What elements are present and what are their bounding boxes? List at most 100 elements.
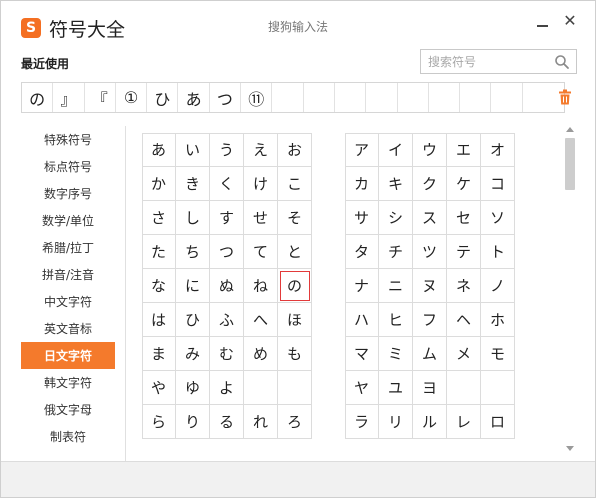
trash-icon[interactable]: [558, 89, 572, 105]
katakana-cell[interactable]: ホ: [481, 303, 515, 337]
sidebar-category-item[interactable]: 英文音标: [21, 315, 115, 342]
hiragana-cell[interactable]: し: [176, 201, 210, 235]
katakana-cell[interactable]: メ: [447, 337, 481, 371]
katakana-cell[interactable]: フ: [413, 303, 447, 337]
katakana-cell[interactable]: ノ: [481, 269, 515, 303]
scroll-thumb[interactable]: [565, 138, 575, 190]
recent-symbol-cell[interactable]: あ: [178, 83, 210, 112]
recent-symbol-cell[interactable]: [429, 83, 461, 112]
katakana-cell[interactable]: ナ: [345, 269, 379, 303]
recent-symbol-cell[interactable]: [398, 83, 429, 112]
recent-symbol-cell[interactable]: [366, 83, 398, 112]
hiragana-cell[interactable]: ら: [142, 405, 176, 439]
hiragana-cell[interactable]: い: [176, 133, 210, 167]
hiragana-cell[interactable]: た: [142, 235, 176, 269]
hiragana-cell[interactable]: へ: [244, 303, 278, 337]
katakana-cell[interactable]: ム: [413, 337, 447, 371]
katakana-cell[interactable]: エ: [447, 133, 481, 167]
katakana-cell[interactable]: カ: [345, 167, 379, 201]
katakana-cell[interactable]: タ: [345, 235, 379, 269]
sidebar-category-item[interactable]: 日文字符: [21, 342, 115, 369]
hiragana-cell[interactable]: め: [244, 337, 278, 371]
katakana-cell[interactable]: リ: [379, 405, 413, 439]
hiragana-cell[interactable]: き: [176, 167, 210, 201]
katakana-cell[interactable]: モ: [481, 337, 515, 371]
katakana-cell[interactable]: ヨ: [413, 371, 447, 405]
katakana-cell[interactable]: マ: [345, 337, 379, 371]
katakana-cell[interactable]: コ: [481, 167, 515, 201]
katakana-cell[interactable]: ネ: [447, 269, 481, 303]
hiragana-cell[interactable]: ほ: [278, 303, 312, 337]
recent-symbol-cell[interactable]: ⑪: [241, 83, 273, 112]
recent-symbol-cell[interactable]: 』: [53, 83, 85, 112]
katakana-cell[interactable]: ク: [413, 167, 447, 201]
hiragana-cell[interactable]: ゆ: [176, 371, 210, 405]
katakana-cell[interactable]: チ: [379, 235, 413, 269]
recent-symbol-cell[interactable]: ひ: [147, 83, 179, 112]
katakana-cell[interactable]: レ: [447, 405, 481, 439]
hiragana-cell[interactable]: け: [244, 167, 278, 201]
recent-symbol-cell[interactable]: [304, 83, 335, 112]
hiragana-cell[interactable]: か: [142, 167, 176, 201]
katakana-cell[interactable]: ヘ: [447, 303, 481, 337]
hiragana-cell[interactable]: ま: [142, 337, 176, 371]
katakana-cell[interactable]: ヒ: [379, 303, 413, 337]
hiragana-cell[interactable]: み: [176, 337, 210, 371]
sidebar-category-item[interactable]: 拼音/注音: [21, 261, 115, 288]
hiragana-cell[interactable]: の: [278, 269, 312, 303]
scroll-up-icon[interactable]: [566, 127, 574, 132]
hiragana-cell[interactable]: お: [278, 133, 312, 167]
katakana-cell[interactable]: ス: [413, 201, 447, 235]
katakana-cell[interactable]: ア: [345, 133, 379, 167]
katakana-cell[interactable]: ツ: [413, 235, 447, 269]
katakana-cell[interactable]: ヌ: [413, 269, 447, 303]
sidebar-category-item[interactable]: 希腊/拉丁: [21, 234, 115, 261]
sidebar-category-item[interactable]: 数字序号: [21, 180, 115, 207]
katakana-cell[interactable]: イ: [379, 133, 413, 167]
sidebar-category-item[interactable]: 标点符号: [21, 153, 115, 180]
katakana-cell[interactable]: ト: [481, 235, 515, 269]
hiragana-cell[interactable]: や: [142, 371, 176, 405]
recent-symbol-cell[interactable]: ①: [116, 83, 148, 112]
katakana-cell[interactable]: シ: [379, 201, 413, 235]
recent-symbol-cell[interactable]: の: [22, 83, 54, 112]
hiragana-cell[interactable]: く: [210, 167, 244, 201]
hiragana-cell[interactable]: む: [210, 337, 244, 371]
hiragana-cell[interactable]: れ: [244, 405, 278, 439]
hiragana-cell[interactable]: ね: [244, 269, 278, 303]
minimize-icon[interactable]: [533, 13, 551, 31]
scroll-down-icon[interactable]: [566, 446, 574, 451]
katakana-cell[interactable]: ラ: [345, 405, 379, 439]
hiragana-cell[interactable]: ち: [176, 235, 210, 269]
katakana-cell[interactable]: ウ: [413, 133, 447, 167]
sidebar-category-item[interactable]: 韩文字符: [21, 369, 115, 396]
sidebar-category-item[interactable]: 中文字符: [21, 288, 115, 315]
recent-symbol-cell[interactable]: つ: [210, 83, 242, 112]
katakana-cell[interactable]: ヤ: [345, 371, 379, 405]
hiragana-cell[interactable]: は: [142, 303, 176, 337]
sidebar-category-item[interactable]: 特殊符号: [21, 126, 115, 153]
katakana-cell[interactable]: ユ: [379, 371, 413, 405]
katakana-cell[interactable]: ル: [413, 405, 447, 439]
katakana-cell[interactable]: ニ: [379, 269, 413, 303]
katakana-cell[interactable]: ロ: [481, 405, 515, 439]
search-icon[interactable]: [554, 54, 570, 70]
sidebar-category-item[interactable]: 制表符: [21, 423, 115, 450]
search-box[interactable]: [420, 49, 577, 74]
hiragana-cell[interactable]: も: [278, 337, 312, 371]
hiragana-cell[interactable]: え: [244, 133, 278, 167]
katakana-cell[interactable]: テ: [447, 235, 481, 269]
hiragana-cell[interactable]: て: [244, 235, 278, 269]
hiragana-cell[interactable]: こ: [278, 167, 312, 201]
hiragana-cell[interactable]: と: [278, 235, 312, 269]
katakana-cell[interactable]: オ: [481, 133, 515, 167]
recent-symbol-cell[interactable]: [335, 83, 367, 112]
katakana-cell[interactable]: キ: [379, 167, 413, 201]
sidebar-category-item[interactable]: 俄文字母: [21, 396, 115, 423]
hiragana-cell[interactable]: ふ: [210, 303, 244, 337]
recent-symbol-cell[interactable]: 『: [85, 83, 116, 112]
sidebar-category-item[interactable]: 数学/单位: [21, 207, 115, 234]
hiragana-cell[interactable]: ひ: [176, 303, 210, 337]
katakana-cell[interactable]: セ: [447, 201, 481, 235]
katakana-cell[interactable]: ソ: [481, 201, 515, 235]
